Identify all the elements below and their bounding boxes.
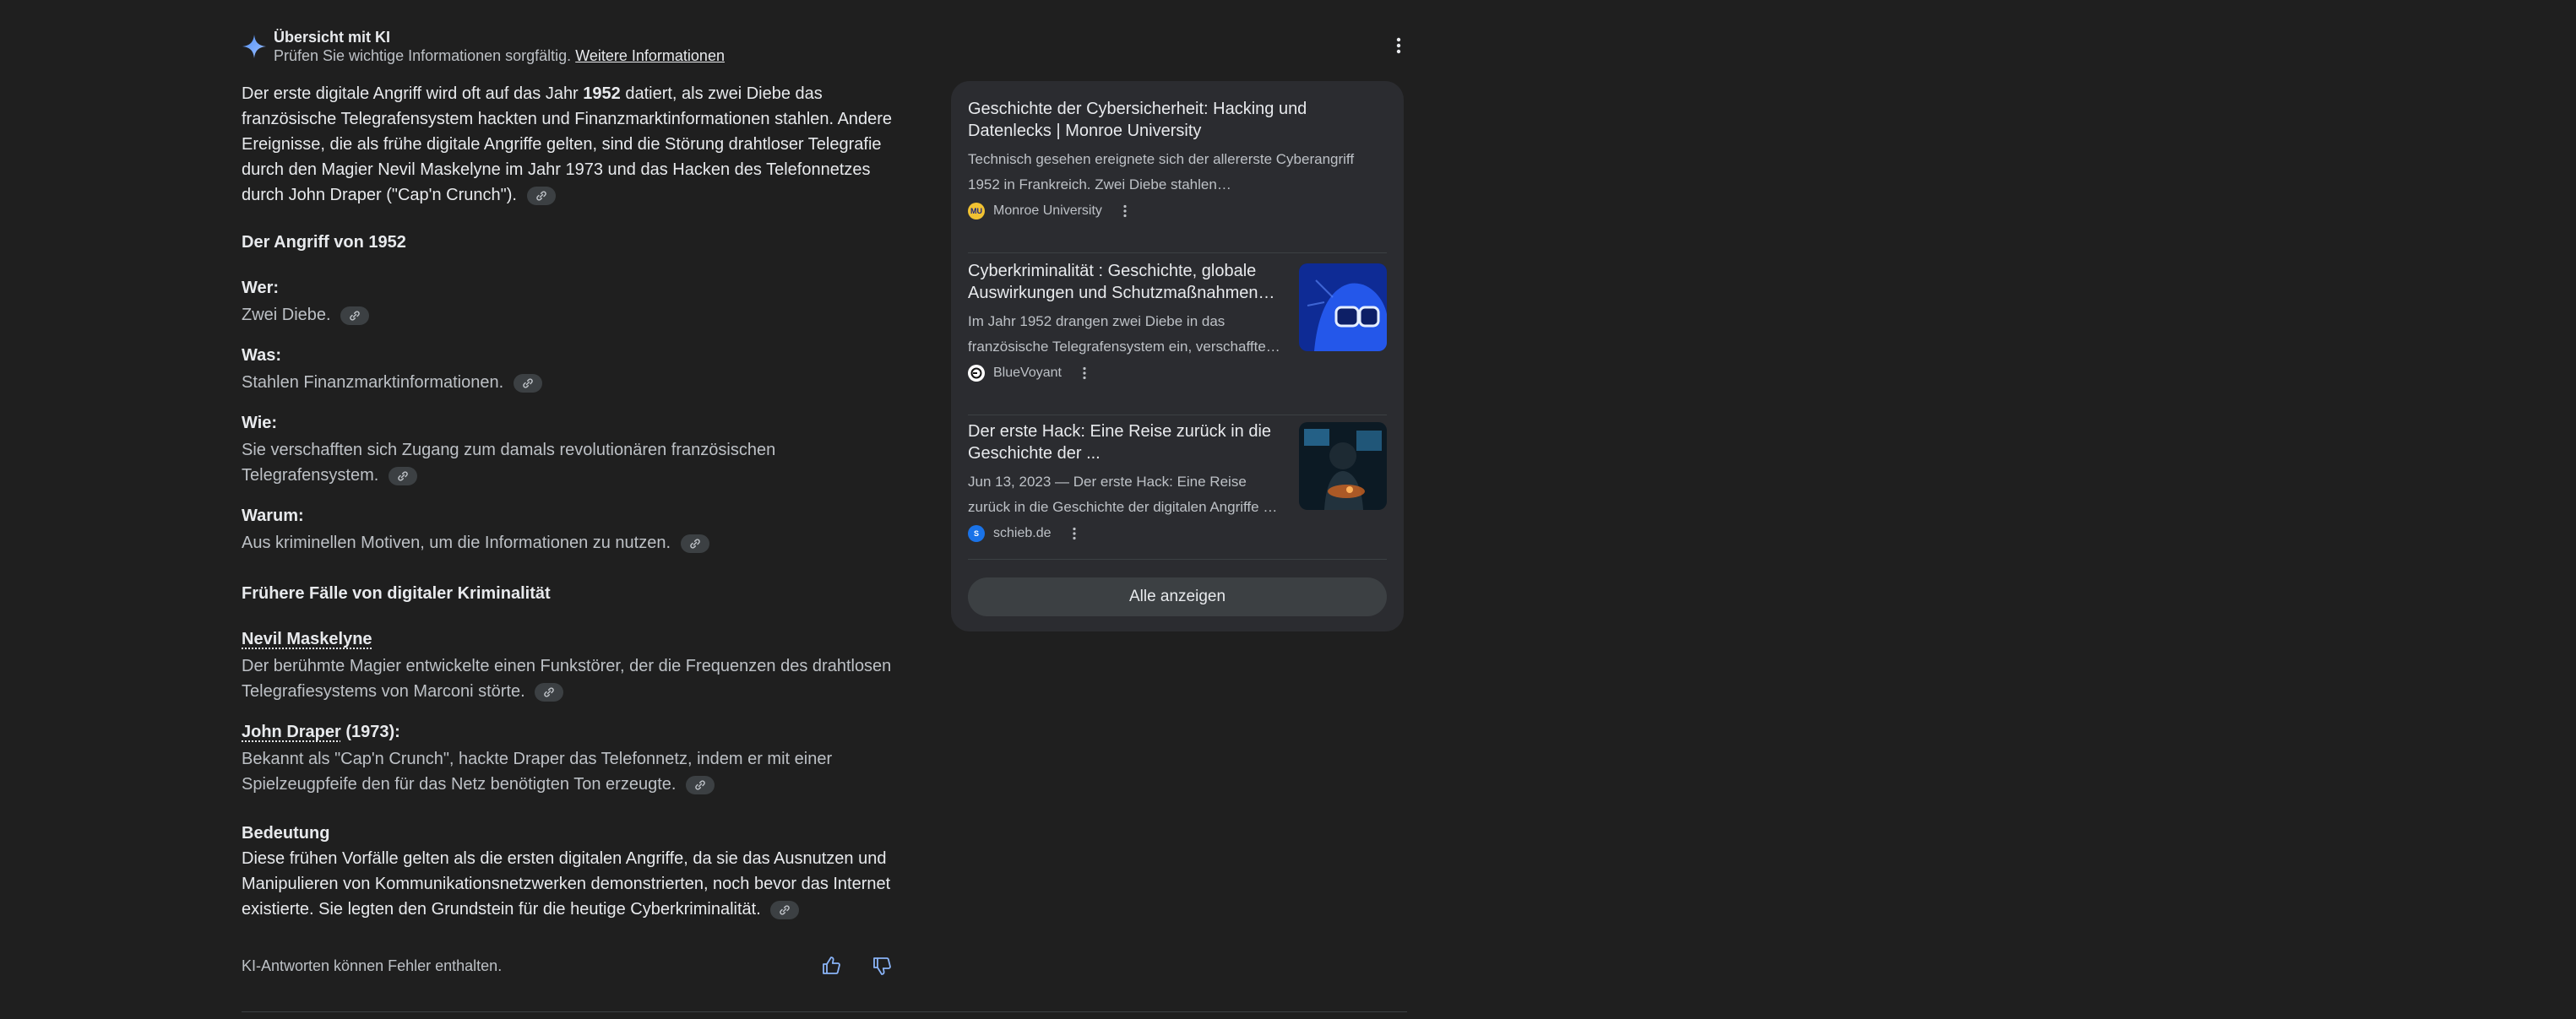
citation-link-button[interactable] [513, 373, 542, 393]
how-label: Wie: [242, 414, 278, 432]
source-card-bluevoyant[interactable]: Cyberkriminalität : Geschichte, globale … [968, 260, 1387, 382]
source-more-icon[interactable] [1077, 366, 1092, 381]
ai-overview-page: Übersicht mit KI Prüfen Sie wichtige Inf… [0, 0, 2576, 1019]
intro-paragraph: Der erste digitale Angriff wird oft auf … [242, 81, 917, 208]
link-icon [780, 905, 791, 915]
early-cases-heading: Frühere Fälle von digitaler Kriminalität [242, 584, 551, 603]
intro-year: 1952 [583, 84, 621, 103]
learn-more-link[interactable]: Weitere Informationen [575, 47, 725, 64]
source-site-name: Monroe University [993, 203, 1102, 218]
source-card-schieb[interactable]: Der erste Hack: Eine Reise zurück in die… [968, 420, 1387, 542]
draper-label: John Draper (1973): [242, 719, 400, 745]
sources-panel: Geschichte der Cybersicherheit: Hacking … [951, 81, 1404, 631]
source-title[interactable]: Cyberkriminalität : Geschichte, globale … [968, 260, 1284, 304]
schieb-favicon-icon: S [968, 525, 985, 542]
how-text-row: Sie verschafften sich Zugang zum damals … [242, 437, 833, 488]
draper-text-row: Bekannt als "Cap'n Crunch", hackte Drape… [242, 746, 883, 797]
citation-link-button[interactable] [388, 466, 417, 485]
source-title[interactable]: Geschichte der Cybersicherheit: Hacking … [968, 98, 1387, 142]
meaning-heading: Bedeutung [242, 824, 330, 843]
attack-heading: Der Angriff von 1952 [242, 233, 406, 252]
why-text: Aus kriminellen Motiven, um die Informat… [242, 534, 671, 552]
intro-text-1: Der erste digitale Angriff wird oft auf … [242, 84, 584, 103]
maskelyne-text: Der berühmte Magier entwickelte einen Fu… [242, 657, 892, 701]
more-options-icon[interactable] [1387, 34, 1410, 57]
ai-disclaimer: KI-Antworten können Fehler enthalten. [242, 957, 503, 974]
link-icon [695, 780, 705, 790]
link-icon [350, 311, 360, 321]
draper-name[interactable]: John Draper [242, 723, 341, 741]
card-divider [968, 559, 1387, 560]
why-text-row: Aus kriminellen Motiven, um die Informat… [242, 530, 709, 556]
source-site-row: MU Monroe University [968, 203, 1387, 220]
source-more-icon[interactable] [1067, 526, 1082, 541]
draper-year: (1973): [340, 723, 400, 741]
source-site-name: BlueVoyant [993, 366, 1062, 380]
source-site-name: schieb.de [993, 526, 1052, 540]
link-icon [544, 687, 555, 697]
footer-divider [242, 1011, 1407, 1012]
thumbs-down-icon[interactable] [870, 954, 894, 978]
source-snippet: Jun 13, 2023 — Der erste Hack: Eine Reis… [968, 474, 1278, 515]
link-icon [535, 191, 546, 201]
source-title[interactable]: Der erste Hack: Eine Reise zurück in die… [968, 420, 1289, 464]
monroe-favicon-icon: MU [968, 203, 985, 220]
source-card-monroe[interactable]: Geschichte der Cybersicherheit: Hacking … [968, 98, 1387, 220]
source-more-icon[interactable] [1117, 203, 1133, 219]
show-all-button[interactable]: Alle anzeigen [968, 577, 1387, 616]
what-text-row: Stahlen Finanzmarktinformationen. [242, 370, 542, 395]
who-label: Wer: [242, 279, 280, 297]
thumbs-up-icon[interactable] [819, 954, 843, 978]
bluevoyant-thumbnail-image [1299, 263, 1387, 351]
maskelyne-text-row: Der berühmte Magier entwickelte einen Fu… [242, 653, 917, 704]
who-text: Zwei Diebe. [242, 306, 331, 324]
ai-overview-header: Übersicht mit KI Prüfen Sie wichtige Inf… [242, 27, 1407, 69]
gemini-sparkle-icon [242, 35, 266, 58]
citation-link-button[interactable] [526, 186, 556, 205]
why-label: Warum: [242, 507, 304, 525]
overview-title: Übersicht mit KI [274, 29, 391, 46]
overview-subtitle: Prüfen Sie wichtige Informationen sorgfä… [274, 47, 725, 65]
meaning-text-row: Diese frühen Vorfälle gelten als die ers… [242, 846, 917, 922]
source-site-row: BlueVoyant [968, 365, 1387, 382]
link-icon [689, 539, 700, 549]
bluevoyant-favicon-icon [968, 365, 985, 382]
citation-link-button[interactable] [535, 682, 564, 702]
citation-link-button[interactable] [686, 775, 715, 794]
what-label: Was: [242, 346, 282, 365]
source-snippet: Technisch gesehen ereignete sich der all… [968, 151, 1355, 192]
card-divider [968, 252, 1387, 253]
source-snippet: Im Jahr 1952 drangen zwei Diebe in das f… [968, 313, 1280, 355]
who-text-row: Zwei Diebe. [242, 302, 370, 328]
citation-link-button[interactable] [770, 900, 800, 919]
link-icon [398, 471, 408, 481]
draper-text: Bekannt als "Cap'n Crunch", hackte Drape… [242, 750, 833, 794]
maskelyne-name[interactable]: Nevil Maskelyne [242, 630, 372, 648]
link-icon [522, 378, 533, 388]
how-text: Sie verschafften sich Zugang zum damals … [242, 441, 776, 485]
maskelyne-label: Nevil Maskelyne [242, 626, 372, 652]
source-site-row: S schieb.de [968, 525, 1387, 542]
what-text: Stahlen Finanzmarktinformationen. [242, 373, 504, 392]
citation-link-button[interactable] [680, 534, 709, 553]
citation-link-button[interactable] [340, 306, 370, 325]
subtitle-text: Prüfen Sie wichtige Informationen sorgfä… [274, 47, 572, 64]
schieb-thumbnail-image [1299, 422, 1387, 510]
